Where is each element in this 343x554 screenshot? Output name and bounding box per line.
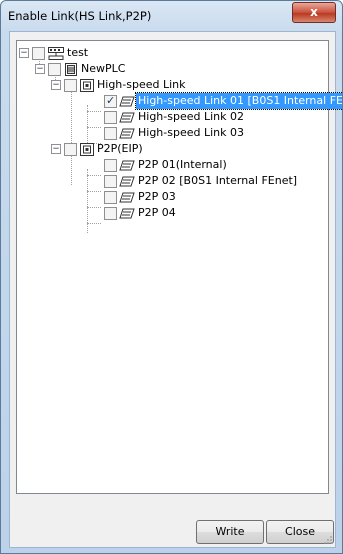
high-speed-link-checkbox[interactable] <box>64 79 77 92</box>
close-window-button[interactable]: x <box>292 2 336 23</box>
tree-node-p2p-03[interactable]: P2P 03 <box>17 189 317 205</box>
hs-03-label: High-speed Link 03 <box>138 126 244 139</box>
link-item-icon <box>119 96 135 107</box>
link-group-icon <box>80 79 94 92</box>
high-speed-link-label: High-speed Link <box>97 78 186 91</box>
p2p-04-label: P2P 04 <box>138 206 176 219</box>
tree-node-p2p-01[interactable]: P2P 01(Internal) <box>17 157 317 173</box>
tree-node-p2p-04[interactable]: P2P 04 <box>17 205 317 221</box>
tree-node-hs-03[interactable]: High-speed Link 03 <box>17 125 317 141</box>
p2p-checkbox[interactable] <box>64 143 77 156</box>
p2p-03-label: P2P 03 <box>138 190 176 203</box>
tree-node-plc[interactable]: − NewPLC <box>17 61 317 77</box>
link-item-icon <box>119 192 135 203</box>
root-checkbox[interactable] <box>32 47 45 60</box>
p2p-01-checkbox[interactable] <box>104 159 117 172</box>
network-project-icon <box>48 47 64 60</box>
plc-label: NewPLC <box>81 62 126 75</box>
root-label: test <box>67 46 89 59</box>
p2p-02-label: P2P 02 [B0S1 Internal FEnet] <box>138 174 298 187</box>
p2p-04-checkbox[interactable] <box>104 207 117 220</box>
link-item-icon <box>119 160 135 171</box>
tree-node-root[interactable]: − test <box>17 45 317 61</box>
link-group-icon <box>80 143 94 156</box>
title-bar[interactable]: Enable Link(HS Link,P2P) x <box>1 1 342 29</box>
dialog-client-area: − test − NewPLC − High-speed Link ✓ High… <box>9 31 342 548</box>
hs-01-checkbox[interactable] <box>104 93 117 109</box>
link-item-icon <box>119 208 135 219</box>
hs-01-label: High-speed Link 01 [B0S1 Internal FEnet] <box>134 92 342 110</box>
p2p-label: P2P(EIP) <box>97 142 143 155</box>
collapse-toggle[interactable]: − <box>51 80 61 90</box>
plc-checkbox[interactable] <box>48 63 61 76</box>
tree-connector <box>87 223 101 224</box>
write-button[interactable]: Write <box>196 520 264 544</box>
collapse-toggle[interactable]: − <box>19 48 29 58</box>
dialog-window: Enable Link(HS Link,P2P) x − test − NewP… <box>0 0 343 554</box>
collapse-toggle[interactable]: − <box>35 64 45 74</box>
hs-02-label: High-speed Link 02 <box>138 110 244 123</box>
window-title: Enable Link(HS Link,P2P) <box>8 9 152 23</box>
resize-grip-icon[interactable] <box>323 535 333 545</box>
link-item-icon <box>119 112 135 123</box>
link-item-icon <box>119 128 135 139</box>
p2p-02-checkbox[interactable] <box>104 175 117 188</box>
tree-node-p2p[interactable]: − P2P(EIP) <box>17 141 317 157</box>
tree-node-hs-02[interactable]: High-speed Link 02 <box>17 109 317 125</box>
plc-icon <box>65 63 77 76</box>
link-tree[interactable]: − test − NewPLC − High-speed Link ✓ High… <box>16 40 342 494</box>
tree-node-hs-01[interactable]: High-speed Link 01 [B0S1 Internal FEnet] <box>17 92 342 110</box>
hs-02-checkbox[interactable] <box>104 111 117 124</box>
p2p-03-checkbox[interactable] <box>104 191 117 204</box>
collapse-toggle[interactable]: − <box>51 144 61 154</box>
p2p-01-label: P2P 01(Internal) <box>138 158 227 171</box>
link-item-icon <box>119 176 135 187</box>
tree-node-high-speed-link[interactable]: − High-speed Link <box>17 77 317 93</box>
tree-node-p2p-02[interactable]: P2P 02 [B0S1 Internal FEnet] <box>17 173 317 189</box>
hs-03-checkbox[interactable] <box>104 127 117 140</box>
